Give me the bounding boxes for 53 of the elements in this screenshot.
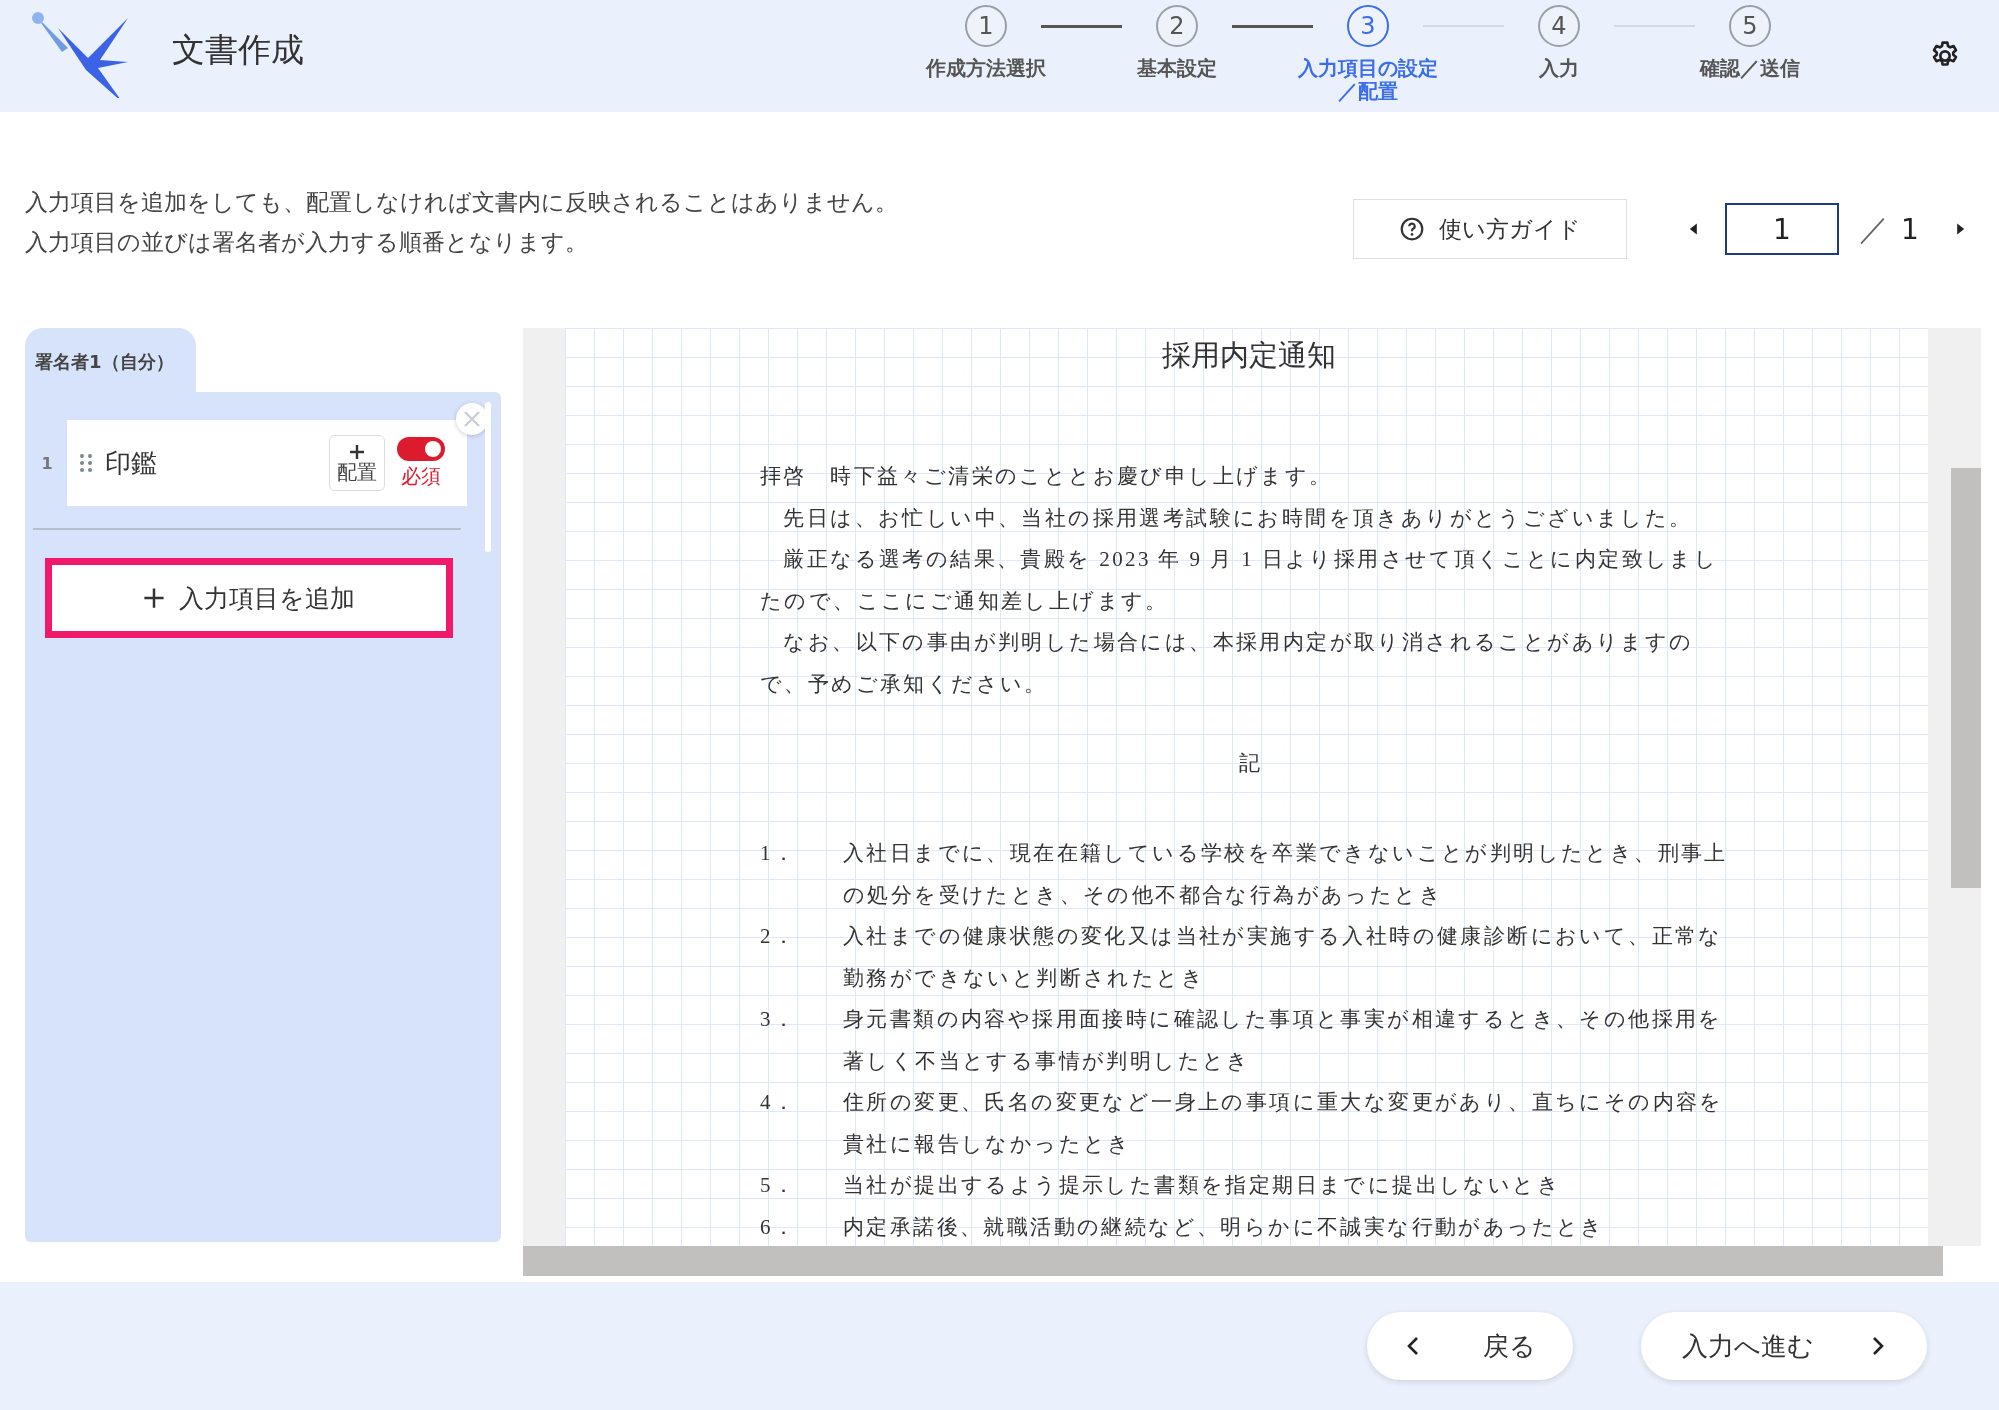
item-text: 入社までの健康状態の変化又は当社が実施する入社時の健康診断において、正常な勤務ができないと判断されたとき [843,923,1724,992]
field-name: 印鑑 [105,446,158,480]
guide-button[interactable]: 使い方ガイド [1353,199,1627,259]
required-label: 必須 [401,462,441,490]
signer-tab[interactable]: 署名者1（自分） [25,328,196,392]
item-number: 2． [760,923,798,950]
document-paragraph: 厳正なる選考の結果、貴殿を 2023 年 9 月 1 日より採用させて頂くことに内定致しましたので、ここにご通知差し上げます。 [760,546,1720,615]
step-label[interactable]: 入力 [1539,57,1579,80]
instruction-text: 入力項目を追加をしても、配置しなければ文書内に反映されることはありません。 [25,188,899,217]
scrollbar-thumb[interactable] [1951,468,1981,888]
step-number[interactable]: 3 [1347,5,1389,47]
instruction-text: 入力項目の並びは署名者が入力する順番となります。 [25,228,589,257]
field-card[interactable]: 印鑑 配置 必須 [67,420,467,506]
chevron-right-icon [1870,1335,1886,1357]
step-label[interactable]: 入力項目の設定／配置 [1293,57,1443,103]
page-separator: ／ [1859,209,1889,248]
app-title: 文書作成 [172,28,304,71]
document-heading: 記 [1237,750,1261,777]
item-text: 内定承諾後、就職活動の継続など、明らかに不誠実な行動があったとき [843,1213,1606,1241]
plus-icon [349,444,365,460]
back-button[interactable]: 戻る [1367,1312,1573,1380]
page-number-field[interactable]: 1 [1725,203,1839,255]
item-number: 5． [760,1172,798,1199]
horizontal-scrollbar[interactable] [523,1246,1943,1276]
step-number[interactable]: 2 [1156,5,1198,47]
place-button[interactable]: 配置 [329,435,385,491]
item-number: 6． [760,1213,798,1241]
page-total: 1 [1901,212,1919,246]
add-field-button[interactable]: 入力項目を追加 [45,558,453,638]
item-text: 当社が提出するよう提示した書類を指定期日までに提出しないとき [843,1172,1562,1199]
step-label[interactable]: 作成方法選択 [926,57,1046,80]
document-paragraph: 拝啓 時下益々ご清栄のこととお慶び申し上げます。 [760,463,1334,490]
plus-icon [143,587,165,609]
step-label[interactable]: 基本設定 [1137,57,1217,80]
item-number: 3． [760,1006,798,1033]
next-button[interactable]: 入力へ進む [1641,1312,1927,1380]
step-number[interactable]: 4 [1538,5,1580,47]
step-number[interactable]: 1 [965,5,1007,47]
item-text: 身元書類の内容や採用面接時に確認した事項と事実が相違するとき、その他採用を著しく不当とする事情が判明したとき [843,1006,1724,1075]
drag-handle-icon[interactable] [79,452,93,474]
step-number[interactable]: 5 [1729,5,1771,47]
document-paragraph: 先日は、お忙しい中、当社の採用選考試験にお時間を頂きありがとうございました。 [782,504,1694,532]
step-label[interactable]: 確認／送信 [1700,57,1800,80]
item-number: 4． [760,1089,798,1116]
document-paragraph: なお、以下の事由が判明した場合には、本採用内定が取り消されることがありますので、予めご承知ください。 [760,629,1695,698]
item-text: 住所の変更、氏名の変更など一身上の事項に重大な変更があり、直ちにその内容を貴社に報告しなかったとき [843,1089,1725,1158]
help-icon [1399,216,1425,242]
item-number: 1． [760,840,798,867]
scrollbar-thumb[interactable] [485,402,491,552]
document-title: 採用内定通知 [1161,338,1337,373]
item-text: 入社日までに、現在在籍している学校を卒業できないことが判明したとき、刑事上の処分を受けたとき、その他不都合な行為があったとき [843,840,1729,909]
field-number: 1 [40,453,54,473]
required-toggle[interactable] [397,436,445,461]
